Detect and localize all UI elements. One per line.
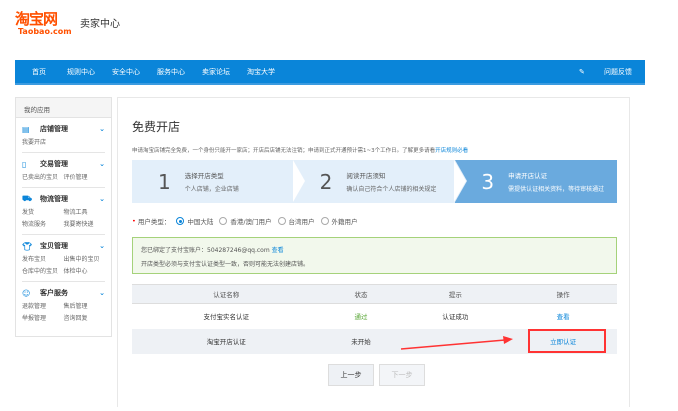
annotation-arrow [400, 336, 513, 350]
